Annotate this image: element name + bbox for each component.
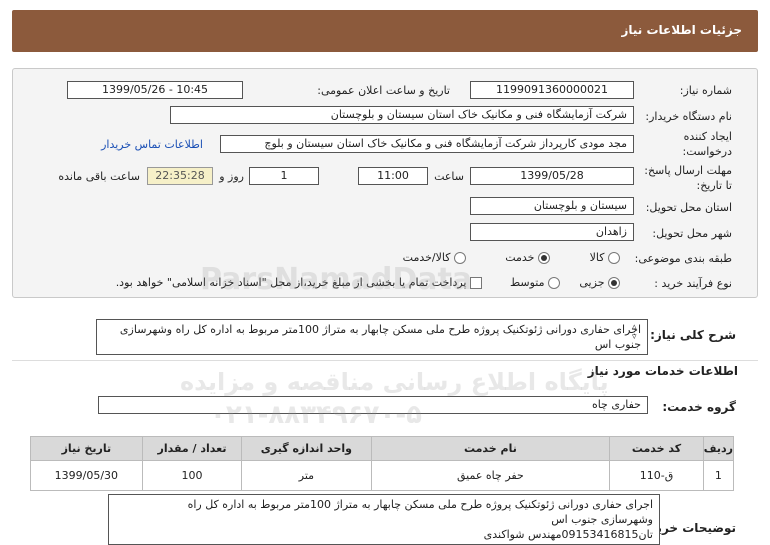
category-label: طبقه بندی موضوعی: bbox=[634, 252, 732, 265]
need-number-label: شماره نیاز: bbox=[679, 84, 732, 97]
radio-medium[interactable] bbox=[548, 277, 560, 289]
category-option-service[interactable]: خدمت bbox=[505, 251, 550, 264]
table-row: 1 ق-110 حفر چاه عمیق متر 100 1399/05/30 bbox=[30, 460, 735, 491]
textarea-resize-icon[interactable]: ▵ ▿ bbox=[632, 322, 637, 342]
purchase-type-label: نوع فرآیند خرید : bbox=[654, 277, 732, 290]
city-label: شهر محل تحویل: bbox=[652, 227, 732, 240]
buyer-notes-line: وشهرسازی جنوب اس bbox=[551, 513, 653, 526]
need-number-field: 1199091360000021 bbox=[470, 81, 634, 99]
cell-service-name: حفر چاه عمیق bbox=[370, 460, 611, 491]
days-remaining-field: 1 bbox=[249, 167, 319, 185]
col-row: ردیف bbox=[702, 436, 735, 461]
creator-label-line2: درخواست: bbox=[682, 145, 732, 158]
remaining-time-field: 22:35:28 bbox=[147, 167, 213, 185]
category-option-goods-service[interactable]: کالا/خدمت bbox=[403, 251, 466, 264]
col-quantity: تعداد / مقدار bbox=[141, 436, 243, 461]
summary-textarea[interactable]: اجرای حفاری دورانی ژئوتکنیک پروژه طرح مل… bbox=[96, 319, 648, 355]
days-label: روز و bbox=[219, 170, 244, 183]
buyer-name-field: شرکت آزمایشگاه فنی و مکانیک خاک استان سی… bbox=[170, 106, 634, 124]
summary-label: شرح کلی نیاز: bbox=[650, 328, 736, 342]
remaining-time-label: ساعت باقی مانده bbox=[58, 170, 140, 183]
service-group-label: گروه خدمت: bbox=[662, 400, 736, 414]
buyer-notes-line: اجرای حفاری دورانی ژئوتکنیک پروژه طرح مل… bbox=[187, 498, 653, 511]
province-field: سیستان و بلوچستان bbox=[470, 197, 634, 215]
page-header: جزئیات اطلاعات نیاز bbox=[12, 10, 758, 52]
announce-date-label: تاریخ و ساعت اعلان عمومی: bbox=[317, 84, 450, 97]
radio-minor[interactable] bbox=[608, 277, 620, 289]
buyer-contact-link[interactable]: اطلاعات تماس خریدار bbox=[101, 138, 203, 151]
purchase-option-medium[interactable]: متوسط bbox=[510, 276, 560, 289]
col-need-date: تاریخ نیاز bbox=[30, 436, 143, 461]
services-section-title: اطلاعات خدمات مورد نیاز bbox=[587, 364, 738, 378]
creator-label-line1: ایجاد کننده bbox=[683, 130, 732, 143]
watermark-tagline: پایگاه اطلاع رسانی مناقصه و مزایده bbox=[180, 368, 609, 396]
col-service-name: نام خدمت bbox=[370, 436, 611, 461]
deadline-label-line1: مهلت ارسال پاسخ: bbox=[644, 164, 732, 177]
deadline-time-field: 11:00 bbox=[358, 167, 428, 185]
treasury-payment-note: پرداخت تمام یا بخشی از مبلغ خرید،از محل … bbox=[115, 276, 467, 289]
treasury-payment-option[interactable]: پرداخت تمام یا بخشی از مبلغ خرید،از محل … bbox=[116, 276, 482, 289]
radio-goods-service[interactable] bbox=[454, 252, 466, 264]
services-table: ردیف کد خدمت نام خدمت واحد اندازه گیری ت… bbox=[30, 436, 735, 491]
creator-field: مجد مودی کارپرداز شرکت آزمایشگاه فنی و م… bbox=[220, 135, 634, 153]
cell-need-date: 1399/05/30 bbox=[30, 460, 143, 491]
city-field: زاهدان bbox=[470, 223, 634, 241]
announce-date-field: 1399/05/26 - 10:45 bbox=[67, 81, 243, 99]
table-header-row: ردیف کد خدمت نام خدمت واحد اندازه گیری ت… bbox=[30, 436, 735, 461]
buyer-notes-textarea[interactable]: اجرای حفاری دورانی ژئوتکنیک پروژه طرح مل… bbox=[108, 494, 660, 545]
buyer-name-label: نام دستگاه خریدار: bbox=[645, 110, 732, 123]
cell-service-code: ق-110 bbox=[609, 460, 704, 491]
treasury-payment-checkbox[interactable] bbox=[470, 277, 482, 289]
radio-service[interactable] bbox=[538, 252, 550, 264]
deadline-date-field: 1399/05/28 bbox=[470, 167, 634, 185]
cell-quantity: 100 bbox=[141, 460, 243, 491]
cell-unit: متر bbox=[241, 460, 372, 491]
divider bbox=[12, 360, 758, 361]
service-group-field: حفاری چاه bbox=[98, 396, 648, 414]
cell-row: 1 bbox=[702, 460, 735, 491]
province-label: استان محل تحویل: bbox=[645, 201, 732, 214]
col-unit: واحد اندازه گیری bbox=[241, 436, 372, 461]
purchase-option-minor[interactable]: جزیی bbox=[579, 276, 620, 289]
col-service-code: کد خدمت bbox=[609, 436, 704, 461]
deadline-hour-label: ساعت bbox=[434, 170, 464, 183]
buyer-notes-line: تان09153416815مهندس شواکندی bbox=[483, 528, 653, 541]
deadline-label-line2: تا تاریخ: bbox=[696, 179, 732, 192]
page-title: جزئیات اطلاعات نیاز bbox=[621, 23, 742, 37]
category-option-goods[interactable]: کالا bbox=[590, 251, 620, 264]
radio-goods[interactable] bbox=[608, 252, 620, 264]
